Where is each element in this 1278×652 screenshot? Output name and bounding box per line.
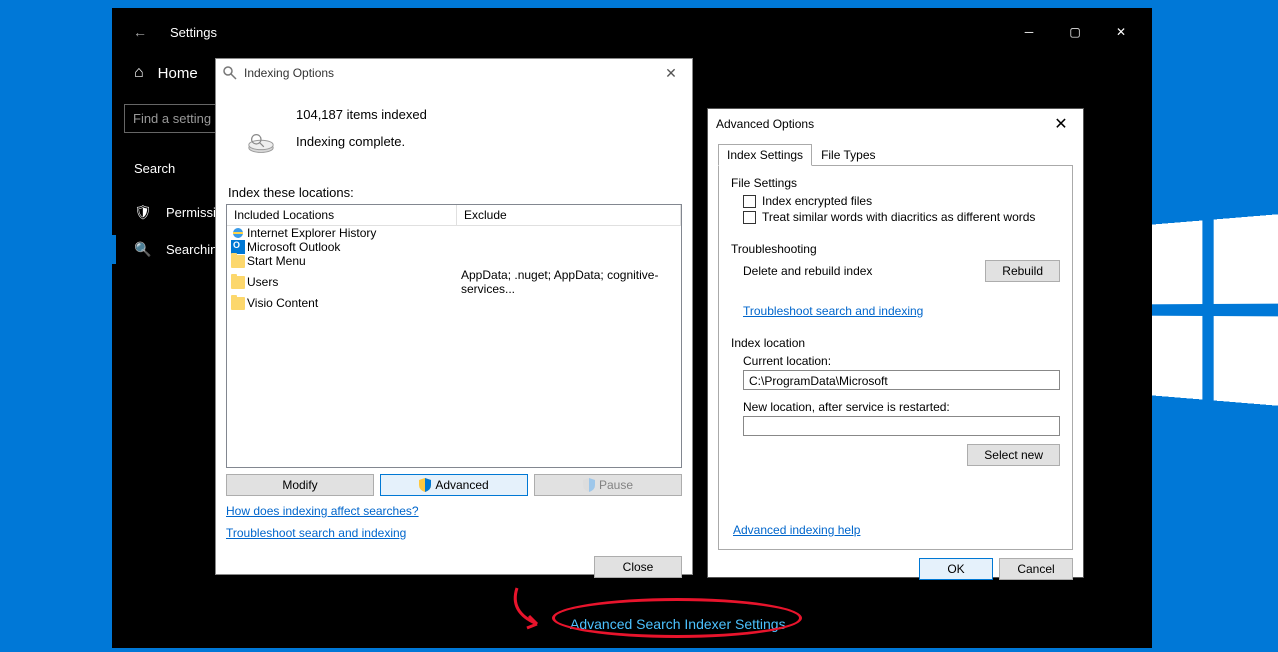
current-location-field[interactable]: C:\ProgramData\Microsoft xyxy=(743,370,1060,390)
home-icon: ⌂ xyxy=(134,64,144,82)
close-button[interactable]: ✕ xyxy=(1098,17,1144,47)
rebuild-button[interactable]: Rebuild xyxy=(985,260,1060,282)
tab-file-types[interactable]: File Types xyxy=(812,144,884,166)
drive-icon xyxy=(226,101,296,159)
checkbox-encrypted[interactable]: Index encrypted files xyxy=(743,194,1060,208)
indexing-close-button[interactable]: ✕ xyxy=(656,65,686,82)
desktop-background xyxy=(1168,0,1278,652)
close-button[interactable]: Close xyxy=(594,556,682,578)
tab-index-settings[interactable]: Index Settings xyxy=(718,144,812,166)
advanced-title: Advanced Options xyxy=(716,117,1041,131)
list-item[interactable]: UsersAppData; .nuget; AppData; cognitive… xyxy=(227,268,681,296)
checkbox-icon xyxy=(743,211,756,224)
cancel-button[interactable]: Cancel xyxy=(999,558,1073,580)
list-item[interactable]: Start Menu xyxy=(227,254,681,268)
list-item[interactable]: Internet Explorer History xyxy=(227,226,681,240)
modify-button[interactable]: Modify xyxy=(226,474,374,496)
indexing-title: Indexing Options xyxy=(244,66,656,80)
folder-icon xyxy=(231,276,245,289)
indexing-icon xyxy=(222,65,238,81)
items-indexed-count: 104,187 items indexed xyxy=(296,107,427,122)
settings-title: Settings xyxy=(160,25,1006,40)
select-new-button[interactable]: Select new xyxy=(967,444,1060,466)
new-location-field[interactable] xyxy=(743,416,1060,436)
ok-button[interactable]: OK xyxy=(919,558,993,580)
file-settings-label: File Settings xyxy=(731,176,1060,190)
column-exclude[interactable]: Exclude xyxy=(457,205,681,225)
locations-label: Index these locations: xyxy=(228,185,682,200)
troubleshooting-label: Troubleshooting xyxy=(731,242,1060,256)
shield-icon xyxy=(419,478,431,492)
list-item[interactable]: Visio Content xyxy=(227,296,681,310)
advanced-options-dialog: Advanced Options ✕ Index Settings File T… xyxy=(707,108,1084,578)
advanced-help-link[interactable]: Advanced indexing help xyxy=(733,523,860,537)
shield-icon xyxy=(583,478,595,492)
how-indexing-link[interactable]: How does indexing affect searches? xyxy=(226,504,419,518)
indexing-options-dialog: Indexing Options ✕ 104,187 items indexed… xyxy=(215,58,693,575)
ie-icon xyxy=(231,226,245,240)
permissions-icon: 🛡 xyxy=(134,204,152,221)
advanced-button[interactable]: Advanced xyxy=(380,474,528,496)
tabs: Index Settings File Types xyxy=(718,143,1073,166)
advanced-close-button[interactable]: ✕ xyxy=(1041,114,1081,134)
annotation-arrow xyxy=(505,580,565,640)
column-included[interactable]: Included Locations xyxy=(227,205,457,225)
checkbox-diacritics[interactable]: Treat similar words with diacritics as d… xyxy=(743,210,1060,224)
indexing-titlebar: Indexing Options ✕ xyxy=(216,59,692,87)
new-location-label: New location, after service is restarted… xyxy=(743,400,1060,414)
minimize-button[interactable]: ─ xyxy=(1006,17,1052,47)
folder-icon xyxy=(231,297,245,310)
delete-rebuild-label: Delete and rebuild index xyxy=(743,264,872,278)
indexing-status: Indexing complete. xyxy=(296,134,427,149)
back-button[interactable]: ← xyxy=(120,24,160,40)
list-item[interactable]: Microsoft Outlook xyxy=(227,240,681,254)
home-label: Home xyxy=(158,65,198,82)
index-location-label: Index location xyxy=(731,336,1060,350)
checkbox-icon xyxy=(743,195,756,208)
advanced-titlebar: Advanced Options ✕ xyxy=(708,109,1083,139)
locations-list[interactable]: Included Locations Exclude Internet Expl… xyxy=(226,204,682,468)
maximize-button[interactable]: ▢ xyxy=(1052,17,1098,47)
pause-button: Pause xyxy=(534,474,682,496)
outlook-icon xyxy=(231,240,245,254)
advanced-indexer-link[interactable]: Advanced Search Indexer Settings xyxy=(570,616,786,632)
tab-panel: File Settings Index encrypted files Trea… xyxy=(718,166,1073,550)
current-location-label: Current location: xyxy=(743,354,1060,368)
settings-titlebar: ← Settings ─ ▢ ✕ xyxy=(112,8,1152,56)
troubleshoot-link[interactable]: Troubleshoot search and indexing xyxy=(743,304,923,318)
search-icon: 🔍 xyxy=(134,241,152,258)
folder-icon xyxy=(231,255,245,268)
troubleshoot-link[interactable]: Troubleshoot search and indexing xyxy=(226,526,406,540)
